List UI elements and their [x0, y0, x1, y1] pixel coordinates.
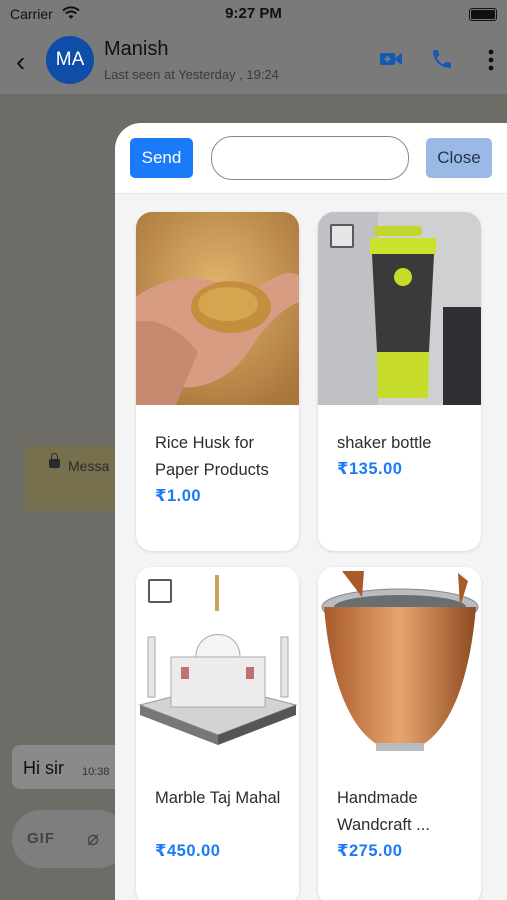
lock-icon: [49, 453, 60, 468]
product-select-checkbox[interactable]: [330, 224, 354, 248]
product-price: ₹450.00: [155, 842, 221, 860]
phone-icon[interactable]: [430, 47, 454, 71]
contact-name[interactable]: Manish: [104, 38, 168, 61]
send-button[interactable]: Send: [130, 138, 193, 178]
message-text: Hi sir: [23, 758, 64, 778]
video-call-icon[interactable]: [379, 50, 403, 68]
product-name: Rice Husk for Paper Products: [155, 434, 269, 479]
avatar[interactable]: MA: [46, 36, 94, 84]
search-input[interactable]: [211, 136, 409, 180]
product-name: Handmade Wandcraft ...: [337, 789, 430, 834]
product-card[interactable]: Marble Taj Mahal ₹450.00: [136, 567, 299, 900]
locked-message-text: Messa: [68, 458, 110, 474]
product-name: shaker bottle: [337, 434, 432, 452]
status-bar: Carrier 9:27 PM: [0, 0, 507, 28]
product-grid: Rice Husk for Paper Products ₹1.00 shake…: [115, 194, 507, 900]
product-card[interactable]: Handmade Wandcraft ... ₹275.00: [318, 567, 481, 900]
product-price: ₹135.00: [337, 460, 403, 478]
rice-husk-image: [136, 212, 299, 405]
message-composer[interactable]: GIF ⌀: [12, 810, 127, 868]
back-chevron-icon[interactable]: ‹: [16, 46, 25, 78]
clock: 9:27 PM: [225, 5, 282, 22]
last-seen-status: Last seen at Yesterday , 19:24: [104, 67, 279, 82]
product-picker-toolbar: Send Close: [115, 123, 507, 194]
battery-icon: [469, 8, 497, 21]
copper-bucket-image: [318, 567, 481, 760]
product-picker-sheet: Send Close Rice Husk for Paper Products …: [115, 123, 507, 900]
close-button[interactable]: Close: [426, 138, 492, 178]
more-vert-icon[interactable]: [487, 48, 495, 72]
locked-message[interactable]: Messa: [25, 445, 125, 511]
message-bubble[interactable]: Hi sir 10:38: [12, 745, 122, 789]
chat-header: ‹ MA Manish Last seen at Yesterday , 19:…: [0, 28, 507, 94]
product-card[interactable]: Rice Husk for Paper Products ₹1.00: [136, 212, 299, 551]
product-select-checkbox[interactable]: [148, 579, 172, 603]
gif-button[interactable]: GIF: [27, 830, 55, 847]
product-price: ₹1.00: [155, 487, 202, 505]
product-price: ₹275.00: [337, 842, 403, 860]
message-timestamp: 10:38: [82, 766, 110, 778]
product-card[interactable]: shaker bottle ₹135.00: [318, 212, 481, 551]
product-name: Marble Taj Mahal: [155, 789, 281, 807]
attachment-icon[interactable]: ⌀: [87, 826, 99, 851]
